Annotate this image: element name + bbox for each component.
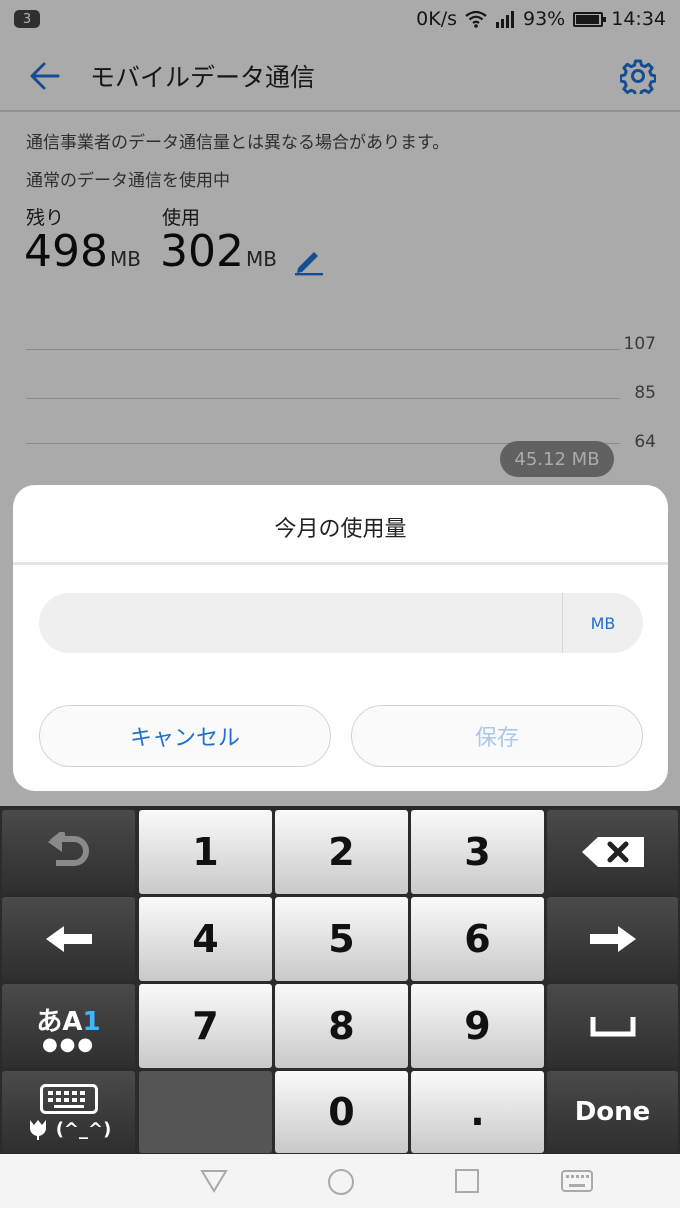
space-icon [590, 1017, 635, 1037]
numeric-keyboard: 1 2 3 4 5 6 あA1 ●●● 7 8 9 (^_^) 0 . Done [0, 806, 680, 1154]
dialog-divider [13, 562, 668, 565]
key-0[interactable]: 0 [275, 1071, 408, 1153]
undo-icon [47, 832, 89, 866]
keyboard-icon [39, 1084, 98, 1114]
key-9[interactable]: 9 [411, 984, 544, 1068]
key-6[interactable]: 6 [411, 897, 544, 981]
keyboard-switch-key[interactable]: (^_^) [2, 1071, 135, 1153]
back-triangle-icon[interactable] [200, 1168, 228, 1194]
tulip-icon [29, 1120, 46, 1140]
space-key[interactable] [547, 984, 678, 1068]
keyboard-icon[interactable] [561, 1170, 593, 1192]
arrow-right-icon [589, 926, 636, 952]
input-mode-labels: あA1 [36, 1001, 100, 1038]
done-key[interactable]: Done [547, 1071, 678, 1153]
key-8[interactable]: 8 [275, 984, 408, 1068]
key-4[interactable]: 4 [139, 897, 272, 981]
arrow-left-icon [45, 926, 92, 952]
backspace-icon [581, 837, 644, 867]
mode-alpha-label: A [62, 1006, 83, 1037]
input-unit-label: MB [590, 613, 616, 633]
system-nav-bar [0, 1154, 680, 1208]
dialog-title: 今月の使用量 [274, 517, 407, 542]
save-button[interactable]: 保存 [351, 705, 643, 767]
usage-input-group: MB [39, 593, 643, 653]
cursor-left-key[interactable] [2, 897, 135, 981]
recents-square-icon[interactable] [454, 1168, 480, 1194]
key-7[interactable]: 7 [139, 984, 272, 1068]
key-3[interactable]: 3 [411, 810, 544, 894]
key-1[interactable]: 1 [139, 810, 272, 894]
mode-num-label: 1 [82, 1006, 101, 1037]
blank-key [139, 1071, 272, 1153]
cancel-button[interactable]: キャンセル [39, 705, 331, 767]
more-dots-icon: ●●● [41, 1033, 96, 1055]
usage-input[interactable] [39, 593, 562, 653]
emoticon-label: (^_^) [55, 1118, 112, 1140]
cursor-right-key[interactable] [547, 897, 678, 981]
home-circle-icon[interactable] [327, 1168, 355, 1196]
key-period[interactable]: . [411, 1071, 544, 1153]
input-mode-key[interactable]: あA1 ●●● [2, 984, 135, 1068]
emoji-row: (^_^) [26, 1118, 112, 1140]
key-2[interactable]: 2 [275, 810, 408, 894]
key-5[interactable]: 5 [275, 897, 408, 981]
usage-dialog: 今月の使用量 MB キャンセル 保存 [13, 485, 668, 791]
mode-kana-label: あ [36, 1006, 63, 1037]
undo-key[interactable] [2, 810, 135, 894]
backspace-key[interactable] [547, 810, 678, 894]
